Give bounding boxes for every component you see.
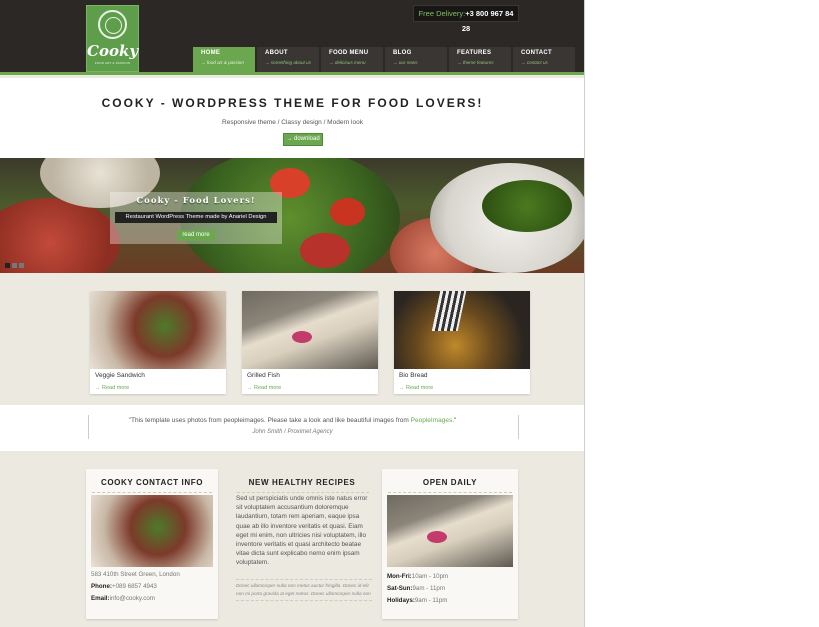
intro-section: COOKY - WORDPRESS THEME FOR FOOD LOVERS!… — [0, 78, 584, 158]
read-more-link[interactable]: → Read more — [399, 385, 433, 391]
hours-day: Holidays: — [387, 597, 415, 604]
food-photo — [330, 198, 365, 226]
read-more-link[interactable]: → Read more — [247, 385, 281, 391]
nav-home[interactable]: HOME → food art & passion — [193, 47, 255, 72]
nav-sublabel: → theme features — [457, 60, 494, 65]
recipes-text: Sed ut perspiciatis unde omnis iste natu… — [236, 495, 368, 567]
hours-time: 9am - 11pm — [414, 597, 448, 604]
contact-title: COOKY CONTACT INFO — [100, 478, 204, 487]
dish-title[interactable]: Grilled Fish — [247, 372, 280, 379]
nav-sublabel: → delicious menu — [329, 60, 366, 65]
quote-text: "This template uses photos from peopleim… — [0, 417, 584, 424]
featured-dishes: Veggie Sandwich → Read more Grilled Fish… — [90, 291, 530, 394]
quote-author: John Smith / Proximet Agency — [252, 429, 333, 435]
hours-row: Sat-Sun:9am - 11pm — [387, 585, 445, 592]
website-page: Cooky FOOD ART & PASSION Free Delivery:+… — [0, 0, 585, 627]
dish-title[interactable]: Veggie Sandwich — [95, 372, 145, 379]
food-photo — [482, 180, 572, 232]
delivery-badge: Free Delivery:+3 800 967 84 28 — [413, 5, 519, 33]
slide-dot[interactable] — [12, 263, 17, 268]
dish-title[interactable]: Bio Bread — [399, 372, 428, 379]
dish-card[interactable]: Bio Bread → Read more — [394, 291, 530, 394]
hours-title: OPEN DAILY — [422, 478, 478, 487]
delivery-phone: +3 800 967 84 28 — [461, 9, 514, 33]
nav-food-menu[interactable]: FOOD MENU → delicious menu — [321, 47, 383, 72]
delivery-label: Free Delivery: — [418, 9, 466, 18]
dish-image[interactable] — [90, 291, 226, 369]
site-logo[interactable]: Cooky FOOD ART & PASSION — [86, 5, 139, 72]
hours-row: Holidays:9am - 11pm — [387, 597, 447, 604]
logo-tagline: FOOD ART & PASSION — [94, 61, 131, 65]
testimonial: "This template uses photos from peopleim… — [0, 405, 584, 451]
read-more-link[interactable]: → Read more — [95, 385, 129, 391]
slide-dot[interactable] — [19, 263, 24, 268]
nav-contact[interactable]: CONTACT → contact us — [513, 47, 575, 72]
site-header: Cooky FOOD ART & PASSION Free Delivery:+… — [0, 0, 584, 75]
contact-email: Email:info@cooky.com — [91, 595, 155, 602]
nav-label: ABOUT — [265, 50, 288, 56]
quote-close: " — [454, 417, 457, 424]
dish-image[interactable] — [394, 291, 530, 369]
slide-caption: Cooky - Food Lovers! Restaurant WordPres… — [110, 192, 282, 244]
nav-label: HOME — [201, 50, 221, 56]
recipes-box: NEW HEALTHY RECIPES Sed ut perspiciatis … — [231, 469, 373, 619]
intro-subtitle: Responsive theme / Classy design / Moder… — [222, 119, 363, 126]
dish-card[interactable]: Grilled Fish → Read more — [242, 291, 378, 394]
contact-address: 583 410th Street Green, London — [91, 571, 180, 578]
intro-title: COOKY - WORDPRESS THEME FOR FOOD LOVERS! — [101, 96, 484, 110]
dish-image[interactable] — [242, 291, 378, 369]
divider — [388, 492, 512, 493]
nav-about[interactable]: ABOUT → something about us — [257, 47, 319, 72]
main-nav: HOME → food art & passion ABOUT → someth… — [193, 47, 575, 72]
nav-sublabel: → contact us — [521, 60, 548, 65]
divider — [237, 492, 369, 493]
slider-pagination — [5, 263, 24, 268]
hours-day: Mon-Fri: — [387, 573, 412, 580]
contact-image — [91, 495, 213, 567]
nav-label: CONTACT — [521, 50, 552, 56]
hours-time: 10am - 10pm — [411, 573, 449, 580]
peopleimages-link[interactable]: PeopleImages. — [411, 417, 454, 424]
nav-label: BLOG — [393, 50, 412, 56]
food-photo — [292, 331, 312, 343]
hero-slider: Cooky - Food Lovers! Restaurant WordPres… — [0, 158, 584, 273]
contact-phone: Phone:+089 6857 4943 — [91, 583, 157, 590]
recipes-note: Donec ullamcorper nulla non metus auctor… — [236, 579, 372, 601]
spatula-icon — [431, 291, 467, 331]
read-more-button[interactable]: read more — [177, 230, 215, 241]
nav-features[interactable]: FEATURES → theme features — [449, 47, 511, 72]
nav-sublabel: → our news — [393, 60, 418, 65]
slide-title: Cooky - Food Lovers! — [136, 196, 256, 206]
nav-sublabel: → something about us — [265, 60, 311, 65]
email-label: Email: — [91, 595, 110, 602]
hours-row: Mon-Fri:10am - 10pm — [387, 573, 448, 580]
food-photo — [300, 233, 350, 268]
nav-blog[interactable]: BLOG → our news — [385, 47, 447, 72]
hours-time: 9am - 11pm — [412, 585, 445, 592]
hours-box: OPEN DAILY Mon-Fri:10am - 10pm Sat-Sun:9… — [382, 469, 518, 619]
phone-label: Phone: — [91, 583, 112, 590]
nav-label: FOOD MENU — [329, 50, 369, 56]
contact-box: COOKY CONTACT INFO 583 410th Street Gree… — [86, 469, 218, 619]
food-photo — [0, 198, 120, 273]
quote-body: "This template uses photos from peopleim… — [128, 417, 411, 424]
divider — [92, 492, 212, 493]
logo-name: Cooky — [87, 42, 139, 60]
food-photo — [427, 531, 447, 543]
hours-day: Sat-Sun: — [387, 585, 413, 592]
plate-icon — [98, 10, 127, 39]
hours-image — [387, 495, 513, 567]
email-value[interactable]: info@cooky.com — [110, 595, 155, 602]
recipes-title: NEW HEALTHY RECIPES — [248, 478, 356, 487]
nav-label: FEATURES — [457, 50, 492, 56]
phone-value[interactable]: +089 6857 4943 — [112, 583, 157, 590]
download-button[interactable]: → download — [283, 133, 323, 146]
slide-dot[interactable] — [5, 263, 10, 268]
slide-subtitle: Restaurant WordPress Theme made by Anari… — [115, 212, 277, 223]
dish-card[interactable]: Veggie Sandwich → Read more — [90, 291, 226, 394]
nav-sublabel: → food art & passion — [201, 60, 244, 65]
